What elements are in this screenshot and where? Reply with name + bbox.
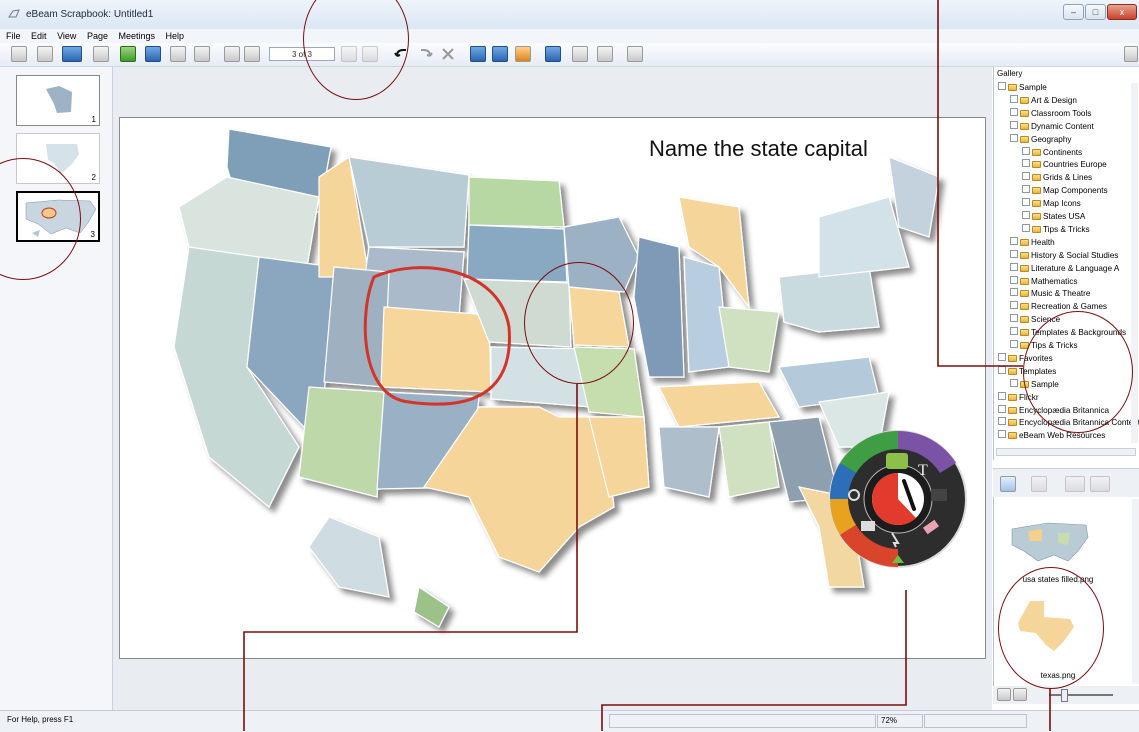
annotation-lines	[243, 0, 1051, 731]
